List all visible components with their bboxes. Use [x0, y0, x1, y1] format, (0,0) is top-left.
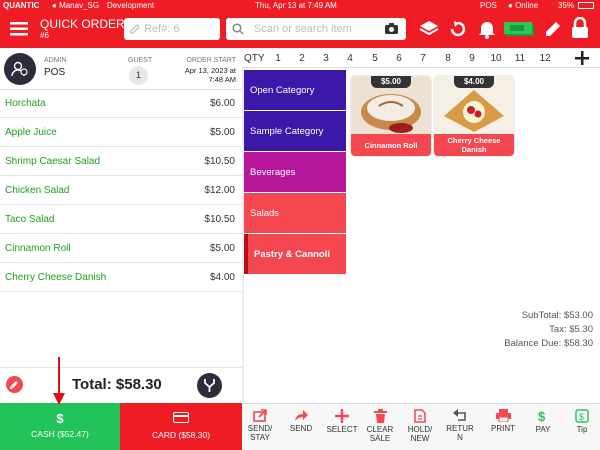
- user-icon: [11, 61, 28, 77]
- qty-option[interactable]: 1: [269, 53, 287, 64]
- print-icon: [495, 409, 511, 422]
- cash-button[interactable]: $ CASH ($52.47): [0, 403, 120, 450]
- return-button[interactable]: RETUR N: [444, 403, 476, 450]
- split-icon[interactable]: [197, 373, 222, 398]
- camera-icon: [385, 23, 398, 34]
- send-button[interactable]: SEND: [284, 403, 318, 450]
- plus-icon: [335, 409, 349, 423]
- guest-count[interactable]: 1: [129, 66, 148, 85]
- product-name: Cherry Cheese Danish: [434, 134, 514, 156]
- tip-icon: $: [575, 409, 589, 423]
- hold-new-button[interactable]: HOLD/ NEW: [404, 403, 436, 450]
- status-bar: QUANTIC ● Manav_SG Development Thu, Apr …: [0, 0, 600, 12]
- brand-label: QUANTIC: [3, 1, 40, 10]
- product-cinnamon-roll[interactable]: $5.00 Cinnamon Roll: [351, 76, 431, 156]
- order-start-time: 7:48 AM: [208, 75, 236, 84]
- lock-icon[interactable]: [569, 15, 591, 41]
- status-datetime: Thu, Apr 13 at 7:49 AM: [255, 1, 337, 10]
- category-open[interactable]: Open Category: [244, 70, 346, 110]
- user-name: POS: [44, 67, 66, 78]
- cash-drawer-icon[interactable]: [503, 19, 537, 39]
- qty-option[interactable]: 9: [463, 53, 481, 64]
- send-stay-button[interactable]: SEND/ STAY: [244, 403, 276, 450]
- cash-dollar-icon: $: [56, 411, 64, 426]
- order-start-label: ORDER START: [186, 57, 236, 64]
- guest-label: GUEST: [128, 57, 153, 64]
- qty-option[interactable]: 11: [511, 53, 529, 64]
- order-items-list: Horchata $6.00 Apple Juice $5.00 Shrimp Ca…: [0, 89, 242, 292]
- return-icon: [453, 409, 466, 421]
- qty-option[interactable]: 3: [317, 53, 335, 64]
- order-number: #6: [40, 31, 49, 40]
- category-pastry[interactable]: Pastry & Cannoli: [244, 234, 346, 274]
- svg-text:$: $: [579, 412, 584, 422]
- search-input[interactable]: Scan or search item: [226, 18, 406, 40]
- qty-option[interactable]: 4: [341, 53, 359, 64]
- pencil-icon[interactable]: [542, 17, 564, 41]
- product-price: $5.00: [371, 76, 411, 88]
- balance-due: Balance Due: $58.30: [504, 338, 593, 349]
- category-salads[interactable]: Salads: [244, 193, 346, 233]
- qty-label: QTY: [244, 53, 265, 64]
- subtotal: SubTotal: $53.00: [521, 310, 593, 321]
- product-price: $4.00: [454, 76, 494, 88]
- qty-option[interactable]: 8: [439, 53, 457, 64]
- qty-option[interactable]: 5: [366, 53, 384, 64]
- menu-icon[interactable]: [8, 20, 30, 38]
- battery-icon: [578, 2, 594, 9]
- status-online: ● Online: [508, 1, 539, 10]
- layers-icon[interactable]: [417, 17, 441, 41]
- arrow-annotation: [53, 357, 65, 405]
- svg-text:$: $: [538, 409, 546, 423]
- status-battery: 35%: [558, 1, 575, 10]
- edit-order-icon[interactable]: [6, 376, 23, 393]
- select-button[interactable]: SELECT: [324, 403, 360, 450]
- order-header: ADMIN POS GUEST 1 ORDER START Apr 13, 20…: [0, 48, 242, 90]
- tip-button[interactable]: $ Tip: [566, 403, 598, 450]
- qty-option[interactable]: 2: [293, 53, 311, 64]
- order-item-row[interactable]: Cinnamon Roll $5.00: [0, 234, 242, 263]
- add-icon[interactable]: [574, 50, 590, 66]
- category-sample[interactable]: Sample Category: [244, 111, 346, 151]
- avatar[interactable]: [4, 53, 36, 85]
- qty-option[interactable]: 7: [414, 53, 432, 64]
- qty-option[interactable]: 6: [390, 53, 408, 64]
- qty-option[interactable]: 10: [487, 53, 505, 64]
- qty-bar: QTY 1 2 3 4 5 6 7 8 9 10 11 12: [242, 48, 600, 68]
- status-user: ● Manav_SG: [52, 1, 100, 10]
- card-button[interactable]: CARD ($58.30): [120, 403, 242, 450]
- send-stay-icon: [253, 409, 267, 422]
- product-cherry-cheese-danish[interactable]: $4.00 Cherry Cheese Danish: [434, 76, 514, 156]
- refresh-icon[interactable]: [446, 17, 470, 41]
- pay-button[interactable]: $ PAY: [526, 403, 560, 450]
- hold-icon: [414, 409, 426, 423]
- order-item-row[interactable]: Shrimp Caesar Salad $10.50: [0, 147, 242, 176]
- credit-card-icon: [173, 412, 189, 423]
- qty-option[interactable]: 12: [536, 53, 554, 64]
- page-title: QUICK ORDER: [40, 17, 125, 31]
- order-item-row[interactable]: Cherry Cheese Danish $4.00: [0, 263, 242, 292]
- status-env: Development: [107, 1, 155, 10]
- category-beverages[interactable]: Beverages: [244, 152, 346, 192]
- clear-sale-button[interactable]: CLEAR SALE: [364, 403, 396, 450]
- search-icon: [232, 23, 244, 35]
- bell-icon[interactable]: [475, 17, 499, 41]
- edit-icon: [130, 24, 140, 34]
- order-item-row[interactable]: Taco Salad $10.50: [0, 205, 242, 234]
- send-icon: [295, 410, 308, 421]
- status-app: POS: [480, 1, 497, 10]
- order-item-row[interactable]: Horchata $6.00: [0, 89, 242, 118]
- pay-icon: $: [538, 409, 546, 423]
- print-button[interactable]: PRINT: [486, 403, 520, 450]
- order-item-row[interactable]: Apple Juice $5.00: [0, 118, 242, 147]
- trash-icon: [373, 409, 387, 423]
- ref-field[interactable]: Ref#: 6: [124, 18, 220, 40]
- order-total: Total: $58.30: [72, 376, 162, 393]
- order-item-row[interactable]: Chicken Salad $12.00: [0, 176, 242, 205]
- role-label: ADMIN: [44, 57, 67, 64]
- order-start-date: Apr 13, 2023 at: [184, 66, 236, 75]
- product-name: Cinnamon Roll: [351, 134, 431, 156]
- tax: Tax: $5.30: [549, 324, 593, 335]
